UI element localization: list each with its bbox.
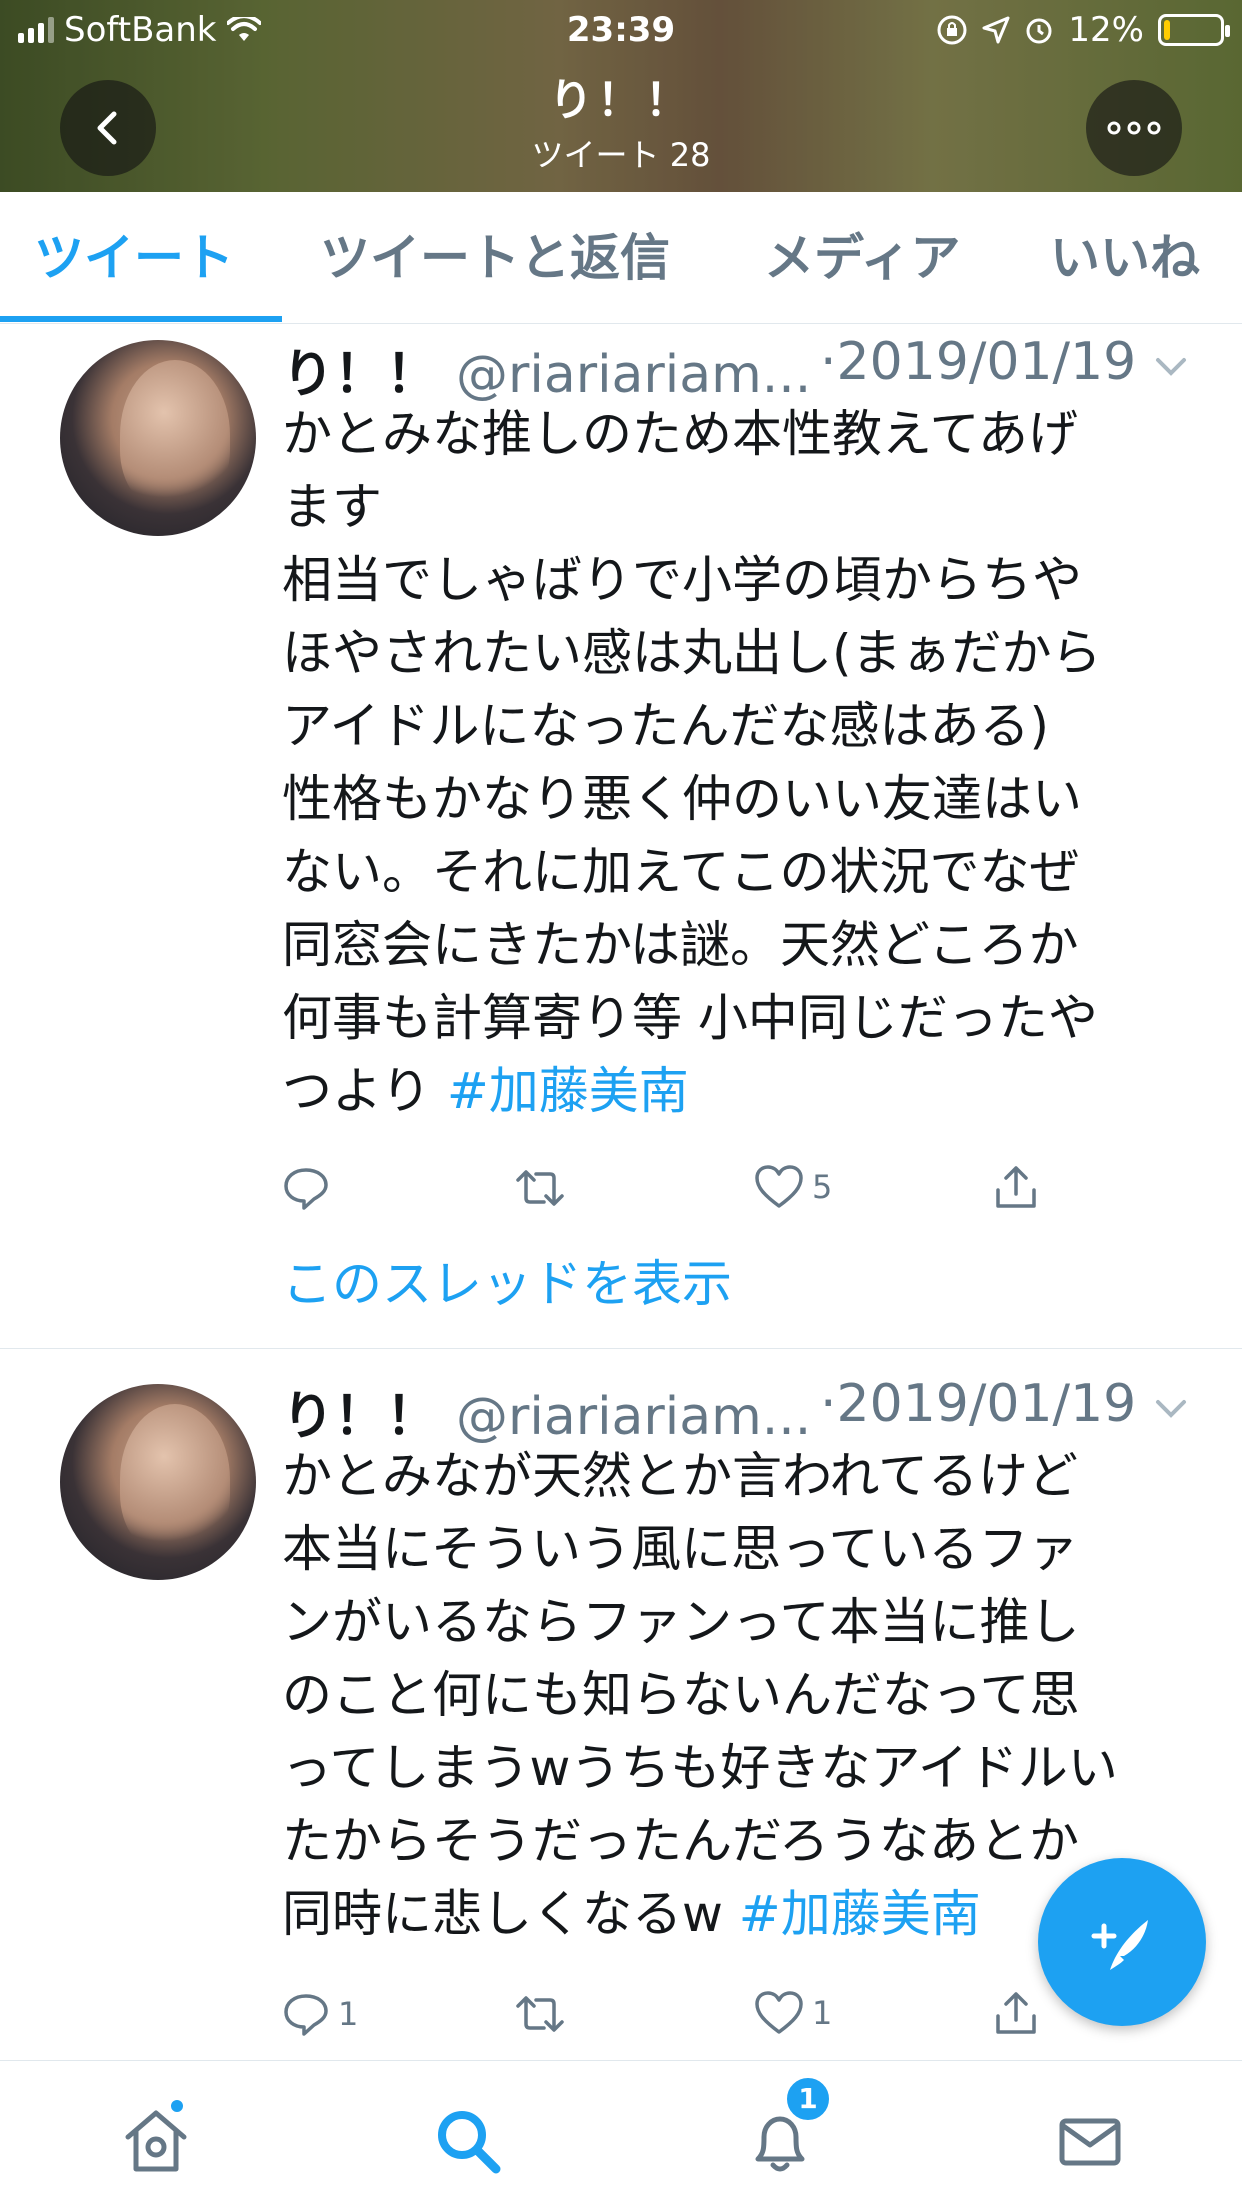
tweet-count: ツイート 28 [531,136,711,174]
home-icon [125,2110,187,2172]
reply-button[interactable] [282,1164,338,1212]
compose-tweet-button[interactable] [1038,1858,1206,2026]
mail-icon [1059,2118,1121,2166]
like-count: 5 [812,1168,833,1206]
tab-tweets[interactable]: ツイート [34,192,234,324]
tab-tweets-and-replies[interactable]: ツイートと返信 [320,192,670,324]
tweet-text: かとみな推しのため本性教えてあげ ます 相当でしゃばりで小学の頃からちや ほやさ… [282,398,1182,1128]
retweet-icon [516,1996,564,2032]
profile-name: り！！ [549,75,693,126]
tweet-actions: 1 1 [282,1990,1082,2050]
tab-likes[interactable]: いいね [1050,192,1200,324]
like-button[interactable]: 5 [754,1164,832,1210]
hashtag-link[interactable]: #加藤美南 [739,1885,981,1943]
nav-search[interactable] [428,2101,508,2181]
chevron-down-icon[interactable] [1152,1390,1190,1428]
tweet-text: かとみなが天然とか言われてるけど 本当にそういう風に思っているファ ンがいるなら… [282,1440,1182,1951]
heart-icon [755,1165,803,1208]
retweet-button[interactable] [512,1164,576,1212]
reply-count: 1 [338,1995,359,2033]
tweet-body: かとみな推しのため本性教えてあげ ます 相当でしゃばりで小学の頃からちや ほやさ… [282,405,1102,1120]
retweet-icon [516,1170,564,1206]
reply-icon [284,1994,328,2036]
bottom-nav: 1 [0,2060,1242,2208]
tweet-author-handle[interactable]: @riariariam... [456,1387,811,1447]
more-icon [1107,121,1161,135]
share-button[interactable] [992,1164,1040,1212]
tweet-actions: 5 [282,1164,1082,1224]
rotation-lock-icon [937,15,967,45]
active-tab-indicator [0,316,282,322]
battery-icon [1158,14,1230,46]
tweet-date: ·2019/01/19 [820,332,1137,392]
nav-messages[interactable] [1050,2101,1130,2181]
avatar[interactable] [60,1384,256,1580]
home-new-dot [168,2097,186,2115]
profile-tabs: ツイート ツイートと返信 メディア いいね [0,192,1242,324]
nav-home[interactable] [116,2097,196,2181]
like-button[interactable]: 1 [754,1990,832,2036]
share-icon [996,1166,1036,1208]
tweet[interactable]: り！！ @riariariam... ·2019/01/19 かとみな推しのため本… [0,324,1242,1348]
share-icon [996,1992,1036,2034]
location-icon [982,16,1010,44]
tweet-author-handle[interactable]: @riariariam... [456,345,811,405]
like-count: 1 [812,1994,833,2032]
show-thread-link[interactable]: このスレッドを表示 [282,1244,732,1316]
tweet-author-name[interactable]: り！！ [282,345,438,405]
profile-header: SoftBank 23:39 12% り！！ ツイート 28 [0,0,1242,192]
tweet-author-name[interactable]: り！！ [282,1387,438,1447]
tweet-date: ·2019/01/19 [820,1374,1137,1434]
reply-button[interactable]: 1 [282,1990,358,2038]
battery-percent: 12% [1068,10,1144,50]
tab-media[interactable]: メディア [764,192,961,324]
tweet-body: かとみなが天然とか言われてるけど 本当にそういう風に思っているファ ンがいるなら… [282,1447,1118,1943]
alarm-icon [1026,18,1052,44]
nav-notifications[interactable]: 1 [740,2075,832,2181]
reply-icon [284,1168,328,1210]
hashtag-link[interactable]: #加藤美南 [447,1062,689,1120]
header-title: り！！ ツイート 28 [0,64,1242,176]
heart-icon [755,1991,803,2034]
battery-level [1164,20,1171,40]
notifications-badge: 1 [784,2075,832,2123]
search-icon [438,2111,501,2174]
chevron-down-icon[interactable] [1152,348,1190,386]
status-bar: SoftBank 23:39 12% [0,0,1242,60]
divider [0,1348,1242,1349]
retweet-button[interactable] [512,1990,576,2038]
more-button[interactable] [1086,80,1182,176]
share-button[interactable] [992,1990,1040,2038]
compose-feather-icon [1091,1920,1148,1970]
avatar[interactable] [60,340,256,536]
